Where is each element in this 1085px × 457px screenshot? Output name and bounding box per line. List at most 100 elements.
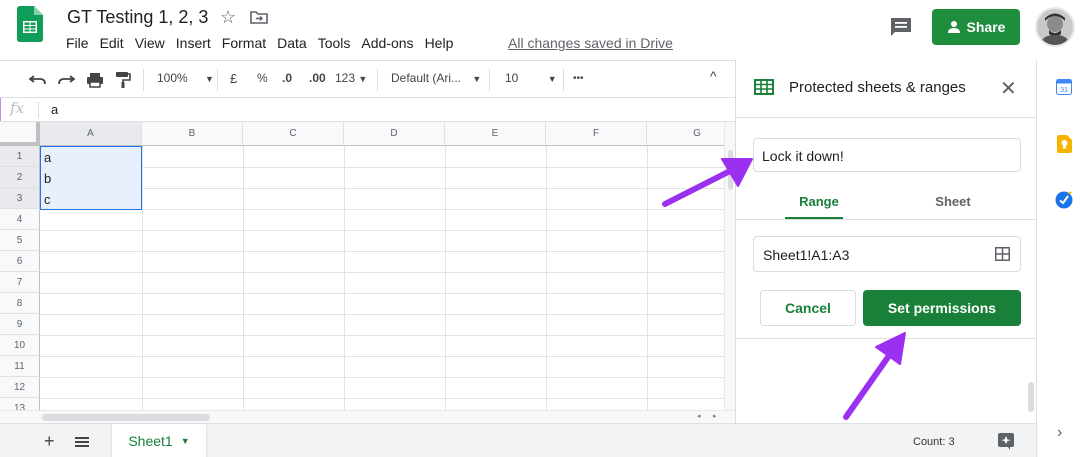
column-header-a[interactable]: A <box>40 122 142 146</box>
expand-panel-icon[interactable]: › <box>1057 424 1062 442</box>
paint-format-icon[interactable] <box>115 71 131 88</box>
keep-notes-icon[interactable] <box>1057 135 1072 153</box>
comment-history-icon[interactable] <box>890 17 912 37</box>
column-header-d[interactable]: D <box>344 122 445 146</box>
menu-format[interactable]: Format <box>222 35 266 51</box>
side-rail: 31 › <box>1036 60 1085 457</box>
menu-file[interactable]: File <box>66 35 89 51</box>
select-all-corner[interactable] <box>0 122 40 146</box>
set-permissions-button[interactable]: Set permissions <box>863 290 1021 326</box>
increase-decimal-button[interactable]: .00 <box>309 71 326 85</box>
row-header[interactable]: 2 <box>0 167 40 188</box>
menu-data[interactable]: Data <box>277 35 307 51</box>
save-status-link[interactable]: All changes saved in Drive <box>508 35 673 51</box>
all-sheets-list-icon[interactable] <box>75 437 89 447</box>
formula-input[interactable]: a <box>51 102 58 117</box>
percent-format-button[interactable]: % <box>257 71 268 85</box>
more-formats-label: 123 <box>335 71 356 85</box>
formula-bar: fx a <box>0 98 735 122</box>
selection-range <box>40 146 142 210</box>
redo-icon[interactable] <box>57 73 75 85</box>
move-to-folder-icon[interactable] <box>250 10 268 24</box>
share-button-label: Share <box>966 19 1006 35</box>
decrease-decimal-button[interactable]: .0 <box>282 71 292 85</box>
row-header[interactable]: 7 <box>0 272 40 293</box>
column-header-b[interactable]: B <box>142 122 243 146</box>
scroll-left-icon[interactable]: ◂ <box>697 412 701 420</box>
row-header[interactable]: 6 <box>0 251 40 272</box>
menu-edit[interactable]: Edit <box>100 35 124 51</box>
print-icon[interactable] <box>86 72 104 88</box>
chevron-down-icon: ▼ <box>205 74 214 84</box>
row-header[interactable]: 3 <box>0 188 40 209</box>
currency-format-button[interactable]: £ <box>230 71 237 86</box>
sheets-logo-icon[interactable] <box>17 6 43 42</box>
panel-divider <box>736 219 1037 220</box>
font-size-value: 10 <box>505 71 519 85</box>
add-sheet-icon[interactable]: + <box>44 431 55 452</box>
select-range-icon[interactable] <box>995 247 1010 261</box>
explore-icon[interactable] <box>997 432 1015 450</box>
grid-line <box>40 230 724 231</box>
more-formats-select[interactable]: 123 ▼ <box>335 71 367 85</box>
chevron-down-icon[interactable]: ▼ <box>181 436 190 446</box>
column-header-e[interactable]: E <box>445 122 546 146</box>
sheet-tab-sheet1[interactable]: Sheet1 ▼ <box>112 424 206 457</box>
sheet-bar: + Sheet1 ▼ Count: 3 <box>0 423 1036 457</box>
grid-line <box>40 272 724 273</box>
row-header[interactable]: 1 <box>0 146 40 167</box>
range-input-value: Sheet1!A1:A3 <box>763 247 850 263</box>
panel-scrollbar[interactable] <box>1028 382 1034 412</box>
grid-line <box>142 146 143 412</box>
table-grid-icon <box>754 79 774 95</box>
font-size-select[interactable]: 10 ▼ <box>505 71 557 85</box>
collapse-toolbar-icon[interactable]: ^ <box>710 68 717 84</box>
panel-divider <box>736 117 1037 118</box>
avatar[interactable] <box>1035 7 1075 47</box>
vertical-scrollbar[interactable] <box>724 122 735 422</box>
font-family-select[interactable]: Default (Ari... ▼ <box>391 71 481 85</box>
tab-sheet[interactable]: Sheet <box>921 194 985 209</box>
tasks-icon[interactable] <box>1055 191 1073 209</box>
document-title[interactable]: GT Testing 1, 2, 3 <box>67 7 208 28</box>
scroll-right-icon[interactable]: ▸ <box>713 412 717 420</box>
grid-line <box>344 146 345 412</box>
grid-line <box>243 146 244 412</box>
column-header-g[interactable]: G <box>647 122 724 146</box>
close-icon[interactable]: ✕ <box>1000 76 1017 101</box>
row-header[interactable]: 8 <box>0 293 40 314</box>
row-header[interactable]: 5 <box>0 230 40 251</box>
menu-addons[interactable]: Add-ons <box>361 35 413 51</box>
sheet-tab-label: Sheet1 <box>128 433 173 449</box>
column-header-f[interactable]: F <box>546 122 647 146</box>
more-tools-button[interactable]: ••• <box>573 73 584 84</box>
calendar-icon[interactable]: 31 <box>1056 79 1072 95</box>
app-header: GT Testing 1, 2, 3 ☆ File Edit View Inse… <box>0 0 1085 60</box>
cancel-button[interactable]: Cancel <box>760 290 856 326</box>
svg-text:31: 31 <box>1060 87 1068 94</box>
star-icon[interactable]: ☆ <box>220 7 236 28</box>
zoom-select[interactable]: 100% ▼ <box>157 71 214 85</box>
scroll-thumb[interactable] <box>728 150 733 190</box>
selection-summary[interactable]: Count: 3 <box>913 436 955 448</box>
row-header[interactable]: 11 <box>0 356 40 377</box>
horizontal-scrollbar[interactable]: ◂ ▸ <box>0 410 735 423</box>
tab-range[interactable]: Range <box>783 194 855 209</box>
undo-icon[interactable] <box>29 73 47 85</box>
row-header[interactable]: 9 <box>0 314 40 335</box>
zoom-value: 100% <box>157 71 188 85</box>
font-family-value: Default (Ari... <box>391 71 462 85</box>
row-header[interactable]: 12 <box>0 377 40 398</box>
panel-title: Protected sheets & ranges <box>789 79 966 96</box>
column-header-c[interactable]: C <box>243 122 344 146</box>
menu-insert[interactable]: Insert <box>176 35 211 51</box>
scroll-thumb[interactable] <box>42 414 210 421</box>
menu-view[interactable]: View <box>135 35 165 51</box>
menu-help[interactable]: Help <box>425 35 454 51</box>
description-input[interactable]: Lock it down! <box>753 138 1021 172</box>
menu-tools[interactable]: Tools <box>318 35 351 51</box>
share-button[interactable]: Share <box>932 9 1020 45</box>
range-input[interactable]: Sheet1!A1:A3 <box>753 236 1021 272</box>
row-header[interactable]: 4 <box>0 209 40 230</box>
row-header[interactable]: 10 <box>0 335 40 356</box>
